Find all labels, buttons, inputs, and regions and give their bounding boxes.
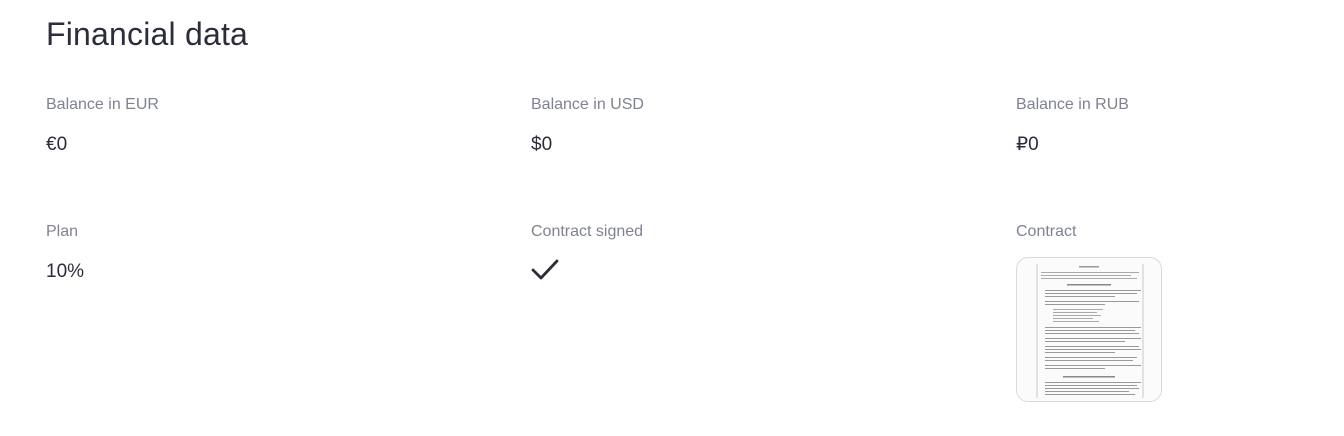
plan-label: Plan <box>46 223 79 240</box>
checkmark-icon <box>531 258 559 282</box>
plan-field: Plan 10% <box>46 222 84 284</box>
document-icon <box>1017 258 1161 401</box>
balance-rub-label: Balance in RUB <box>1016 96 1129 113</box>
plan-value: 10% <box>46 261 85 282</box>
contract-signed-label: Contract signed <box>531 223 644 240</box>
page-title: Financial data <box>46 16 249 52</box>
balance-rub-value: ₽0 <box>1016 134 1039 155</box>
balance-eur-label: Balance in EUR <box>46 96 159 113</box>
balance-eur-value: €0 <box>46 134 68 155</box>
balance-usd-value: $0 <box>531 134 553 155</box>
balance-usd-label: Balance in USD <box>531 96 644 113</box>
balance-rub-field: Balance in RUB ₽0 <box>1016 95 1129 157</box>
contract-signed-field: Contract signed <box>531 222 643 282</box>
contract-field: Contract <box>1016 222 1162 402</box>
balance-eur-field: Balance in EUR €0 <box>46 95 159 157</box>
balance-usd-field: Balance in USD $0 <box>531 95 644 157</box>
contract-document-thumbnail[interactable] <box>1016 257 1162 402</box>
contract-label: Contract <box>1016 223 1077 240</box>
